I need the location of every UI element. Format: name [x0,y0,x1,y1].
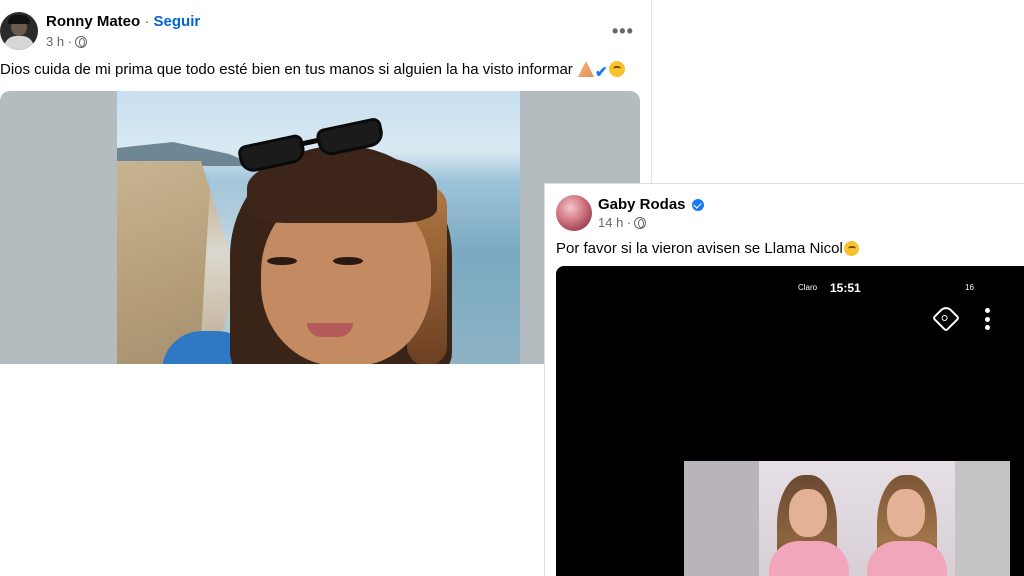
post-text-content: Dios cuida de mi prima que todo esté bie… [0,61,573,78]
collage-photo[interactable] [759,461,857,576]
phone-status-bar: Claro 15:51 16 [556,281,1024,296]
sad-face-icon [608,61,625,77]
post-photo[interactable]: Claro 15:51 16 [556,266,1024,576]
author-name[interactable]: Ronny Mateo [46,13,140,30]
post-text: Dios cuida de mi prima que todo esté bie… [0,61,625,81]
timestamp[interactable]: 14 h · [598,215,631,230]
avatar[interactable] [0,12,38,50]
timestamp[interactable]: 3 h · [46,34,72,49]
photo-collage[interactable] [684,461,1010,576]
separator: · [140,13,154,30]
battery-level: 16 [965,283,974,292]
follow-button[interactable]: Seguir [154,13,201,30]
post-text-content: Por favor si la vieron avisen se Llama N… [556,240,843,257]
more-options-button[interactable]: ••• [612,21,634,42]
post-gaby-rodas: Gaby Rodas 14 h · Por favor si la vieron… [544,183,1024,576]
beach-selfie-image[interactable] [117,91,520,364]
post-meta: 14 h · [598,215,647,230]
avatar[interactable] [556,195,592,231]
more-vertical-icon[interactable] [985,308,991,330]
globe-icon [634,216,647,229]
collage-photo[interactable] [857,461,955,576]
status-time: 15:51 [830,281,861,295]
carrier-label: Claro [798,283,818,292]
tag-icon[interactable] [931,303,961,333]
post-text: Por favor si la vieron avisen se Llama N… [556,240,859,257]
check-icon: ✔ [594,64,608,81]
pray-icon [577,61,594,77]
globe-icon [75,35,88,48]
author-name[interactable]: Gaby Rodas [598,196,686,213]
sad-face-icon [843,241,859,256]
post-author-line: Gaby Rodas [598,196,704,213]
verified-badge-icon [691,198,704,211]
post-meta: 3 h · [46,34,88,49]
post-author-line: Ronny Mateo · Seguir [46,13,200,30]
